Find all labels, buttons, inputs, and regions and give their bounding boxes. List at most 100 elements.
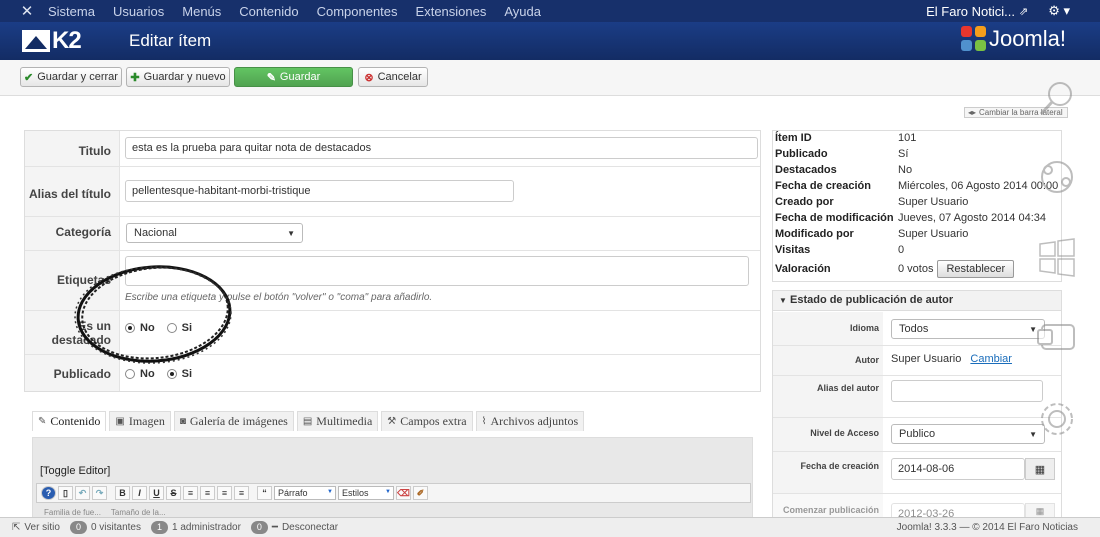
eraser-icon[interactable]: ⌫ (396, 486, 411, 500)
blockquote-icon[interactable]: “ (257, 486, 272, 500)
menu-item-componentes[interactable]: Componentes (317, 4, 398, 19)
published-yes-radio[interactable] (166, 369, 177, 379)
author-alias-input[interactable] (891, 380, 1043, 402)
arrows-icon: ◂▸ (968, 108, 977, 117)
view-site-link[interactable]: Ver sitio (24, 522, 60, 533)
font-size-select[interactable]: Tamaño de la... (111, 508, 166, 517)
access-level-label: Nivel de Acceso (773, 418, 883, 451)
styles-select[interactable]: Estilos ▼ (338, 486, 394, 500)
joomla-logo-icon[interactable]: ✕ (16, 0, 38, 22)
menu-item-extensiones[interactable]: Extensiones (416, 4, 487, 19)
tab-campos-extra[interactable]: ⚒ Campos extra (381, 411, 473, 431)
menu-item-usuarios[interactable]: Usuarios (113, 4, 164, 19)
tab-multimedia[interactable]: ▤ Multimedia (296, 411, 379, 431)
caret-down-icon: ▼ (779, 296, 787, 305)
item-info-table: Ítem ID 101 Publicado Sí Destacados No Fech… (772, 130, 1062, 282)
info-key: Ítem ID (775, 132, 812, 144)
align-justify-icon[interactable]: ≡ (183, 486, 198, 500)
format-select-value: Párrafo (278, 488, 308, 498)
save-button[interactable]: ✎ Guardar (234, 67, 353, 87)
site-name-link[interactable]: El Faro Notici... (926, 4, 1015, 19)
plus-icon: ✚ (130, 71, 140, 84)
align-right-icon[interactable]: ≡ (234, 486, 249, 500)
external-link-icon: ⇱ (12, 522, 21, 533)
image-icon: ▣ (115, 416, 125, 427)
info-value: Jueves, 07 Agosto 2014 04:34 (898, 212, 1047, 224)
language-select[interactable]: Todos ▼ (891, 319, 1045, 339)
reset-rating-button[interactable]: Restablecer (937, 260, 1015, 278)
info-value: Super Usuario (898, 228, 969, 240)
language-label: Idioma (773, 312, 883, 345)
font-family-select[interactable]: Familia de fue... (44, 508, 101, 517)
title-input[interactable]: esta es la prueba para quitar nota de de… (125, 137, 758, 159)
italic-button[interactable]: I (132, 486, 147, 500)
save-close-button[interactable]: ✔ Guardar y cerrar (20, 67, 122, 87)
calendar-icon[interactable]: ▦ (1025, 458, 1055, 480)
undo-icon[interactable]: ↶ (75, 486, 90, 500)
category-select[interactable]: Nacional ▼ (126, 223, 303, 243)
user-settings-gear-icon[interactable]: ⚙ ▾ (1048, 3, 1070, 19)
content-tabs: ✎ Contenido ▣ Imagen ◙ Galería de imágenes … (32, 411, 587, 431)
top-menu-bar: ✕ Sistema Usuarios Menús Contenido Compo… (0, 0, 1100, 22)
alias-input[interactable]: pellentesque-habitant-morbi-tristique (125, 180, 514, 202)
share-icon (1041, 161, 1073, 193)
edit-icon: ✎ (266, 71, 276, 84)
joomla-brand-logo: Joomla! (960, 26, 1066, 52)
cleanup-broom-icon[interactable]: ✐ (413, 486, 428, 500)
menu-item-sistema[interactable]: Sistema (48, 4, 95, 19)
save-new-label: Guardar y nuevo (143, 71, 226, 83)
tab-galeria[interactable]: ◙ Galería de imágenes (173, 411, 294, 431)
menu-item-menus[interactable]: Menús (182, 4, 221, 19)
tab-imagen[interactable]: ▣ Imagen (109, 411, 171, 431)
help-icon[interactable]: ? (41, 486, 56, 500)
chevron-down-icon: ▼ (327, 489, 333, 495)
published-no-label: No (140, 368, 155, 380)
check-icon: ✔ (24, 71, 34, 84)
info-key: Visitas (775, 244, 811, 256)
author-publishing-panel: ▼ Estado de publicación de autor Idioma … (772, 290, 1062, 521)
align-left-icon[interactable]: ≡ (217, 486, 232, 500)
align-center-icon[interactable]: ≡ (200, 486, 215, 500)
tab-contenido-label: Contenido (50, 414, 101, 428)
visitors-text: 0 visitantes (90, 522, 141, 533)
chevron-down-icon: ▼ (385, 489, 391, 495)
publishing-panel-header[interactable]: ▼ Estado de publicación de autor (773, 291, 1061, 311)
cancel-label: Cancelar (377, 71, 422, 83)
toggle-editor-link[interactable]: [Toggle Editor] (40, 465, 110, 477)
format-select[interactable]: Párrafo ▼ (274, 486, 336, 500)
underline-button[interactable]: U (149, 486, 164, 500)
published-no-radio[interactable] (125, 369, 135, 379)
k2-logo: K2 (22, 27, 86, 54)
created-date-input[interactable]: 2014-08-06 (891, 458, 1025, 480)
k2-mountain-icon (22, 30, 50, 52)
redo-icon[interactable]: ↷ (92, 486, 107, 500)
save-new-button[interactable]: ✚ Guardar y nuevo (126, 67, 230, 87)
joomla-brand-text: Joomla! (988, 26, 1066, 51)
info-value: Miércoles, 06 Agosto 2014 00:00 (898, 180, 1059, 192)
info-value: Super Usuario (898, 196, 969, 208)
bold-button[interactable]: B (115, 486, 130, 500)
editor-toolbar: ? ▯ ↶ ↷ B I U S ≡ ≡ ≡ ≡ “ Párrafo ▼ Estil… (36, 483, 751, 503)
category-value: Nacional (134, 227, 177, 239)
film-icon: ▤ (302, 416, 313, 427)
new-document-icon[interactable]: ▯ (58, 486, 73, 500)
menu-item-ayuda[interactable]: Ayuda (504, 4, 541, 19)
page-title: Editar ítem (129, 31, 212, 50)
strikethrough-button[interactable]: S (166, 486, 181, 500)
access-level-row: Nivel de Acceso Publico ▼ (773, 418, 1061, 452)
page-header: K2 Editar ítem Joomla! (0, 22, 1100, 60)
wrench-icon: ⚒ (387, 416, 397, 427)
author-value-group: Super Usuario Cambiar (891, 353, 1012, 365)
tab-archivos[interactable]: ⌇ Archivos adjuntos (475, 411, 585, 431)
category-label: Categoría (25, 217, 120, 250)
styles-select-value: Estilos (342, 488, 369, 498)
logout-link[interactable]: Desconectar (282, 522, 338, 533)
tab-contenido[interactable]: ✎ Contenido (32, 411, 107, 431)
info-row: Modificado por Super Usuario (775, 228, 968, 240)
access-level-select[interactable]: Publico ▼ (891, 424, 1045, 444)
cancel-button[interactable]: ⊗ Cancelar (358, 67, 428, 87)
admins-text: 1 administrador (172, 522, 241, 533)
change-author-link[interactable]: Cambiar (970, 353, 1012, 365)
info-row: Valoración 0 votos Restablecer (775, 260, 1015, 278)
menu-item-contenido[interactable]: Contenido (239, 4, 298, 19)
